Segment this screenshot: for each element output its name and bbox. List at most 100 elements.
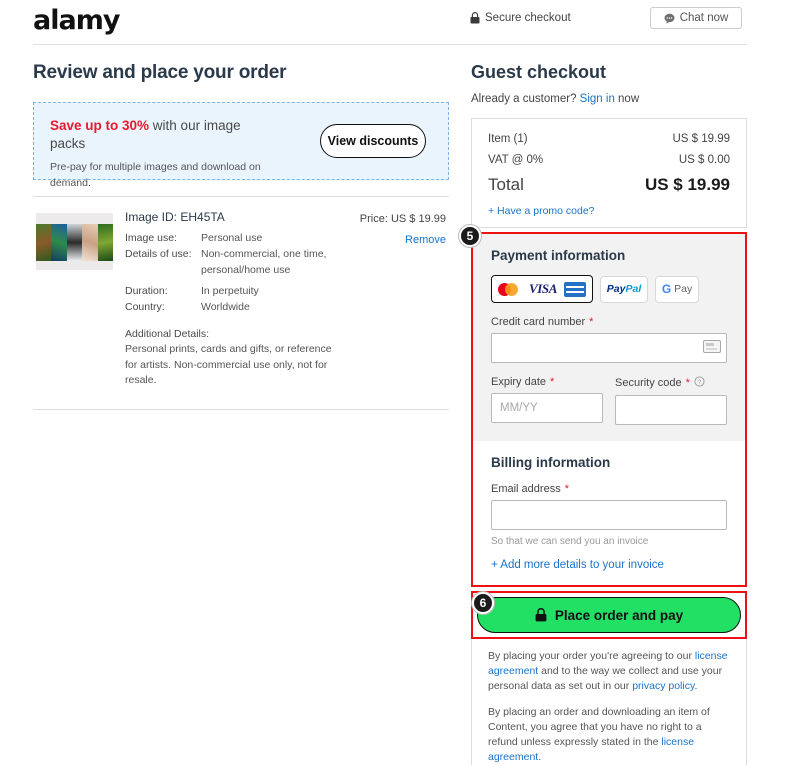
detail-key: Country:: [125, 301, 165, 313]
page-title: Review and place your order: [33, 62, 287, 83]
promo-code-link[interactable]: + Have a promo code?: [488, 205, 730, 217]
add-invoice-details-link[interactable]: + Add more details to your invoice: [491, 559, 727, 571]
checkout-page: alamy Secure checkout Chat now Review an…: [0, 0, 800, 765]
credit-card-number-label: Credit card number *: [491, 316, 727, 328]
visa-icon: VISA: [529, 281, 558, 296]
legal-paragraph-1: By placing your order you're agreeing to…: [488, 649, 730, 695]
signin-suffix: now: [614, 93, 640, 105]
header-divider: [33, 44, 747, 45]
payment-section-title: Payment information: [491, 248, 626, 263]
summary-amount: US $ 19.99: [672, 133, 730, 145]
required-asterisk: *: [589, 316, 594, 328]
paypal-icon: PayPal: [606, 283, 642, 295]
expiry-security-row: Expiry date * Security code *: [491, 363, 727, 425]
detail-key: Image use:: [125, 232, 177, 244]
payment-option-paypal[interactable]: PayPal: [600, 275, 649, 303]
order-summary-panel: Item (1) US $ 19.99 VAT @ 0% US $ 0.00 T…: [471, 118, 747, 228]
step-badge-6: 6: [472, 592, 494, 614]
guest-checkout-column: Guest checkout Already a customer? Sign …: [471, 62, 747, 765]
email-address-label-text: Email address: [491, 483, 561, 495]
privacy-policy-link[interactable]: privacy policy: [632, 680, 694, 692]
svg-text:?: ?: [698, 379, 702, 386]
thumbnail-strip: [36, 224, 113, 261]
summary-total-row: Total US $ 19.99: [488, 175, 730, 195]
credit-card-number-input[interactable]: [492, 334, 726, 362]
lock-icon: [470, 12, 480, 24]
place-order-label: Place order and pay: [554, 607, 684, 623]
expiry-date-field[interactable]: [491, 393, 603, 423]
signin-prompt: Already a customer? Sign in now: [471, 93, 747, 105]
detail-value: Non-commercial, one time, personal/home …: [201, 247, 327, 276]
detail-key: Duration:: [125, 285, 168, 298]
required-asterisk: *: [550, 376, 555, 388]
email-address-input[interactable]: [492, 501, 726, 529]
credit-card-number-label-text: Credit card number: [491, 316, 586, 328]
step-badge-5: 5: [459, 225, 481, 247]
view-discounts-button[interactable]: View discounts: [320, 124, 426, 158]
promo-highlight: Save up to 30%: [50, 118, 150, 133]
total-amount: US $ 19.99: [644, 175, 730, 194]
place-order-highlight: Place order and pay: [471, 591, 747, 639]
email-address-field[interactable]: [491, 500, 727, 530]
place-order-button[interactable]: Place order and pay: [477, 597, 741, 633]
expiry-date-group: Expiry date *: [491, 363, 603, 425]
detail-row-details-of-use: Details of use: Non-commercial, one time…: [125, 247, 339, 279]
detail-value: Worldwide: [201, 301, 250, 313]
credit-card-icon: [703, 340, 721, 353]
order-review-column: Review and place your order Save up to 3…: [33, 62, 449, 410]
amex-icon: [564, 281, 587, 297]
promo-headline: Save up to 30% with our image packs: [50, 117, 275, 153]
item-divider-bottom: [33, 409, 449, 410]
security-code-group: Security code * ?: [615, 363, 727, 425]
google-g-icon: G: [661, 282, 672, 296]
legal-paragraph-2: By placing an order and downloading an i…: [488, 705, 730, 765]
detail-row-country: Country: Worldwide: [125, 300, 339, 316]
payment-billing-highlight: Payment information VISA PayPal G Pay Cr…: [471, 232, 747, 587]
summary-amount: US $ 0.00: [678, 154, 730, 166]
site-header: alamy Secure checkout Chat now: [0, 0, 800, 45]
order-item: Image ID: EH45TA Image use: Personal use…: [33, 197, 449, 403]
image-id-label: Image ID: EH45TA: [125, 210, 225, 224]
legal-p1-a: By placing your order you're agreeing to…: [488, 650, 695, 662]
promo-subtext: Pre-pay for multiple images and download…: [50, 161, 261, 189]
required-asterisk: *: [564, 483, 569, 495]
payment-information-section: Payment information VISA PayPal G Pay Cr…: [473, 234, 745, 441]
additional-details-title: Additional Details:: [125, 327, 210, 340]
credit-card-number-field[interactable]: [491, 333, 727, 363]
chat-now-button[interactable]: Chat now: [650, 7, 742, 29]
chat-bubble-icon: [664, 13, 675, 24]
security-code-input[interactable]: [616, 396, 726, 424]
payment-method-options: VISA PayPal G Pay: [491, 275, 727, 303]
payment-option-googlepay[interactable]: G Pay: [655, 275, 700, 303]
detail-row-image-use: Image use: Personal use: [125, 231, 339, 247]
legal-p2-b: .: [538, 751, 542, 764]
email-hint: So that we can send you an invoice: [491, 536, 649, 547]
billing-section-title: Billing information: [491, 455, 611, 470]
security-code-label: Security code * ?: [615, 376, 727, 390]
email-address-label: Email address *: [491, 483, 727, 495]
help-circle-icon[interactable]: ?: [694, 376, 705, 390]
security-code-field[interactable]: [615, 395, 727, 425]
summary-row-vat: VAT @ 0% US $ 0.00: [488, 154, 730, 166]
payment-option-cards[interactable]: VISA: [491, 275, 594, 303]
detail-value: Personal use: [201, 232, 263, 244]
item-price-block: Price: US $ 19.99 Remove: [360, 213, 446, 246]
expiry-date-label-text: Expiry date: [491, 376, 547, 388]
secure-checkout-indicator: Secure checkout: [470, 12, 571, 24]
expiry-date-input[interactable]: [492, 394, 602, 422]
required-asterisk: *: [685, 377, 690, 389]
remove-item-link[interactable]: Remove: [360, 234, 446, 246]
security-code-label-text: Security code: [615, 377, 682, 389]
legal-p1-c: .: [694, 680, 698, 693]
image-packs-promo: Save up to 30% with our image packs Pre-…: [33, 102, 449, 189]
sign-in-link[interactable]: Sign in: [580, 93, 615, 105]
signin-prefix: Already a customer?: [471, 93, 580, 105]
additional-details-body: Personal prints, cards and gifts, or ref…: [125, 342, 332, 387]
detail-value: In perpetuity: [201, 285, 259, 298]
guest-checkout-title: Guest checkout: [471, 62, 607, 82]
alamy-logo[interactable]: alamy: [33, 7, 120, 34]
total-label: Total: [488, 175, 524, 194]
item-thumbnail[interactable]: [36, 213, 113, 270]
googlepay-label: Pay: [674, 283, 693, 295]
summary-row-item: Item (1) US $ 19.99: [488, 133, 730, 145]
